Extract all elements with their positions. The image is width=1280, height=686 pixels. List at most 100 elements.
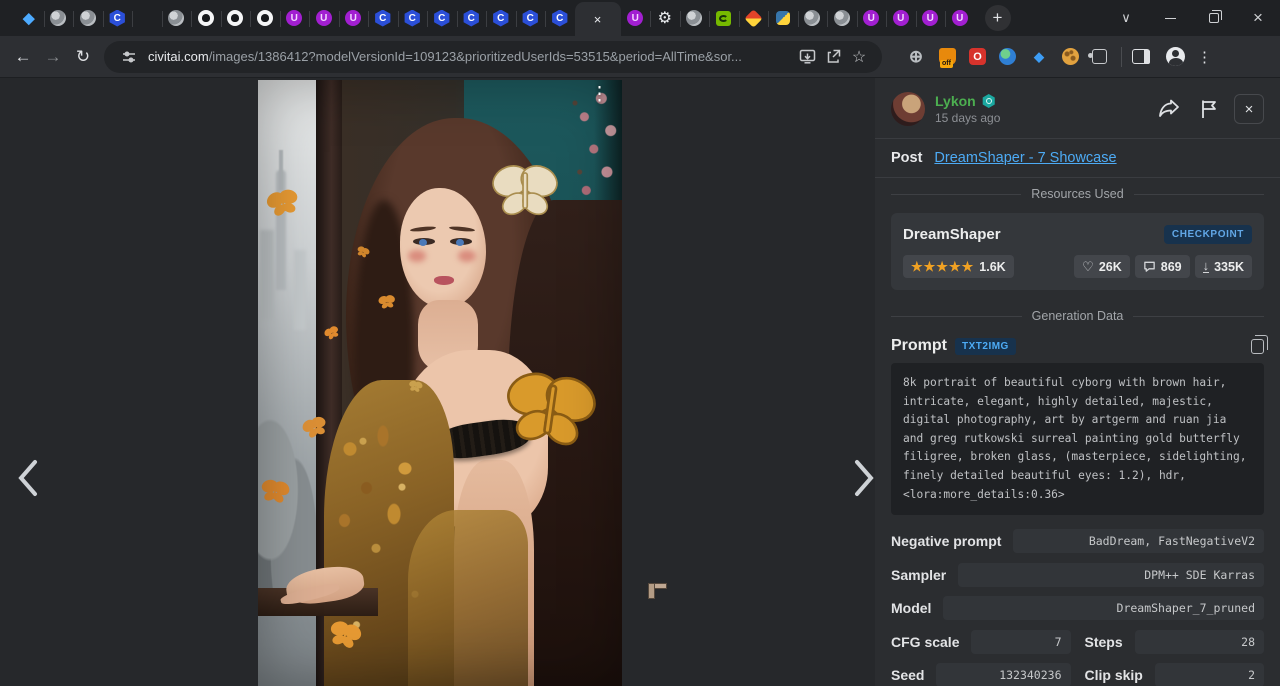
pinned-tab[interactable] <box>73 1 103 35</box>
pinned-tab[interactable] <box>768 1 798 35</box>
username[interactable]: Lykon <box>935 93 1154 109</box>
pinned-tab[interactable] <box>250 1 280 35</box>
tab-search-chevron-icon[interactable]: ∨ <box>1104 0 1148 36</box>
minimize-button[interactable] <box>1148 0 1192 36</box>
active-tab[interactable]: × <box>575 2 621 36</box>
restore-button[interactable] <box>1192 0 1236 36</box>
model-value[interactable]: DreamShaper_7_pruned <box>943 596 1264 620</box>
seed-clip-row: Seed 132340236 Clip skip 2 <box>875 663 1280 686</box>
pinned-tab[interactable]: U <box>339 1 369 35</box>
forward-button[interactable]: → <box>38 42 68 72</box>
comments-pill[interactable]: 869 <box>1135 255 1190 278</box>
u-purple-icon: U <box>627 10 643 26</box>
clip-skip-value[interactable]: 2 <box>1155 663 1264 686</box>
pinned-tab[interactable] <box>680 1 710 35</box>
pinned-tab[interactable] <box>44 1 74 35</box>
pinned-tab[interactable] <box>709 1 739 35</box>
circle-icon <box>686 10 702 26</box>
circle-icon <box>168 10 184 26</box>
pinned-tab[interactable]: C <box>457 1 487 35</box>
back-button[interactable]: ← <box>8 42 38 72</box>
copy-icon[interactable] <box>1251 339 1264 354</box>
sampler-value[interactable]: DPM++ SDE Karras <box>958 563 1264 587</box>
github-icon <box>227 10 243 26</box>
pinned-tab[interactable]: U <box>945 1 975 35</box>
puzzle-extension-icon[interactable] <box>1092 49 1107 64</box>
pinned-tab[interactable] <box>162 1 192 35</box>
pinned-tab[interactable] <box>739 1 769 35</box>
u-purple-icon: U <box>316 10 332 26</box>
pinned-tab[interactable]: U <box>309 1 339 35</box>
share-post-icon[interactable] <box>1154 94 1184 124</box>
close-panel-button[interactable]: × <box>1234 94 1264 124</box>
heart-icon: ♡ <box>1082 259 1094 275</box>
likes-pill[interactable]: ♡ 26K <box>1074 255 1130 278</box>
resource-card[interactable]: DreamShaper CHECKPOINT ★★★★★ 1.6K ♡ 26K … <box>891 213 1264 290</box>
pinned-tab[interactable]: U <box>857 1 887 35</box>
negative-prompt-value[interactable]: BadDream, FastNegativeV2 <box>1013 529 1264 553</box>
pinned-tab[interactable] <box>132 1 162 35</box>
steps-value[interactable]: 28 <box>1135 630 1264 654</box>
side-panel-icon[interactable] <box>1132 49 1150 64</box>
negative-prompt-row: Negative prompt BadDream, FastNegativeV2 <box>875 529 1280 553</box>
new-tab-button[interactable]: + <box>985 5 1011 31</box>
bookmark-star-icon[interactable]: ☆ <box>846 44 872 70</box>
cookie-extension-icon[interactable] <box>1062 48 1079 65</box>
reload-button[interactable]: ↻ <box>68 42 98 72</box>
report-flag-icon[interactable] <box>1194 94 1224 124</box>
pinned-tab[interactable] <box>191 1 221 35</box>
seed-value[interactable]: 132340236 <box>936 663 1070 686</box>
post-label: Post <box>891 150 922 166</box>
pinned-tab[interactable]: C <box>486 1 516 35</box>
pinned-tab[interactable]: C <box>545 1 575 35</box>
site-info-icon[interactable] <box>116 44 142 70</box>
prompt-text[interactable]: 8k portrait of beautiful cyborg with bro… <box>891 363 1264 515</box>
github-icon <box>198 10 214 26</box>
prompt-label: Prompt <box>891 337 947 355</box>
pinned-tab[interactable]: ⚙ <box>650 1 680 35</box>
pinned-tab[interactable] <box>827 1 857 35</box>
toolbar-divider <box>1121 47 1122 67</box>
profile-avatar-icon[interactable] <box>1166 47 1185 66</box>
url-bar[interactable]: civitai.com/images/1386412?modelVersionI… <box>104 41 882 73</box>
pinned-tabs-left: ◆CUUUCCCCCCC <box>14 0 575 36</box>
likes-count: 26K <box>1099 260 1122 274</box>
resource-name[interactable]: DreamShaper <box>903 226 1001 243</box>
panel-header: Lykon 15 days ago × <box>875 78 1280 139</box>
pinned-tab[interactable]: U <box>886 1 916 35</box>
earth-extension-icon[interactable] <box>999 48 1016 65</box>
pinned-tab[interactable] <box>798 1 828 35</box>
close-window-button[interactable]: × <box>1236 0 1280 36</box>
user-avatar[interactable] <box>891 92 925 126</box>
hex-c-icon: C <box>492 10 509 27</box>
redo-extension-icon[interactable]: O <box>969 48 986 65</box>
pinned-tab[interactable]: C <box>368 1 398 35</box>
tab-close-icon[interactable]: × <box>594 12 602 27</box>
downloads-pill[interactable]: ↓ 335K <box>1195 255 1252 278</box>
cfg-scale-value[interactable]: 7 <box>971 630 1070 654</box>
adblock-extension-icon[interactable]: off <box>939 48 956 65</box>
u-purple-icon: U <box>893 10 909 26</box>
install-app-icon[interactable] <box>794 44 820 70</box>
pinned-tab[interactable]: C <box>516 1 546 35</box>
share-icon[interactable] <box>820 44 846 70</box>
previous-image-button[interactable] <box>6 456 50 500</box>
hex-c-icon: C <box>374 10 391 27</box>
pinned-tab[interactable]: U <box>621 1 651 35</box>
drop-extension-icon[interactable]: ◆ <box>1029 47 1049 67</box>
rating-pill[interactable]: ★★★★★ 1.6K <box>903 255 1014 278</box>
browser-menu-icon[interactable]: ⋮ <box>1197 48 1212 66</box>
image-options-menu-icon[interactable]: ⋮ <box>590 90 608 99</box>
post-link[interactable]: DreamShaper - 7 Showcase <box>934 150 1116 166</box>
pinned-tab[interactable]: C <box>427 1 457 35</box>
globe-extension-icon[interactable]: ⊕ <box>906 47 926 67</box>
url-text[interactable]: civitai.com/images/1386412?modelVersionI… <box>148 49 794 64</box>
pinned-tab[interactable]: U <box>916 1 946 35</box>
pinned-tab[interactable]: U <box>280 1 310 35</box>
clip-skip-label: Clip skip <box>1085 667 1143 683</box>
pinned-tab[interactable] <box>221 1 251 35</box>
artwork-image[interactable]: ⋮ <box>258 80 622 686</box>
pinned-tab[interactable]: ◆ <box>14 1 44 35</box>
pinned-tab[interactable]: C <box>103 1 133 35</box>
pinned-tab[interactable]: C <box>398 1 428 35</box>
